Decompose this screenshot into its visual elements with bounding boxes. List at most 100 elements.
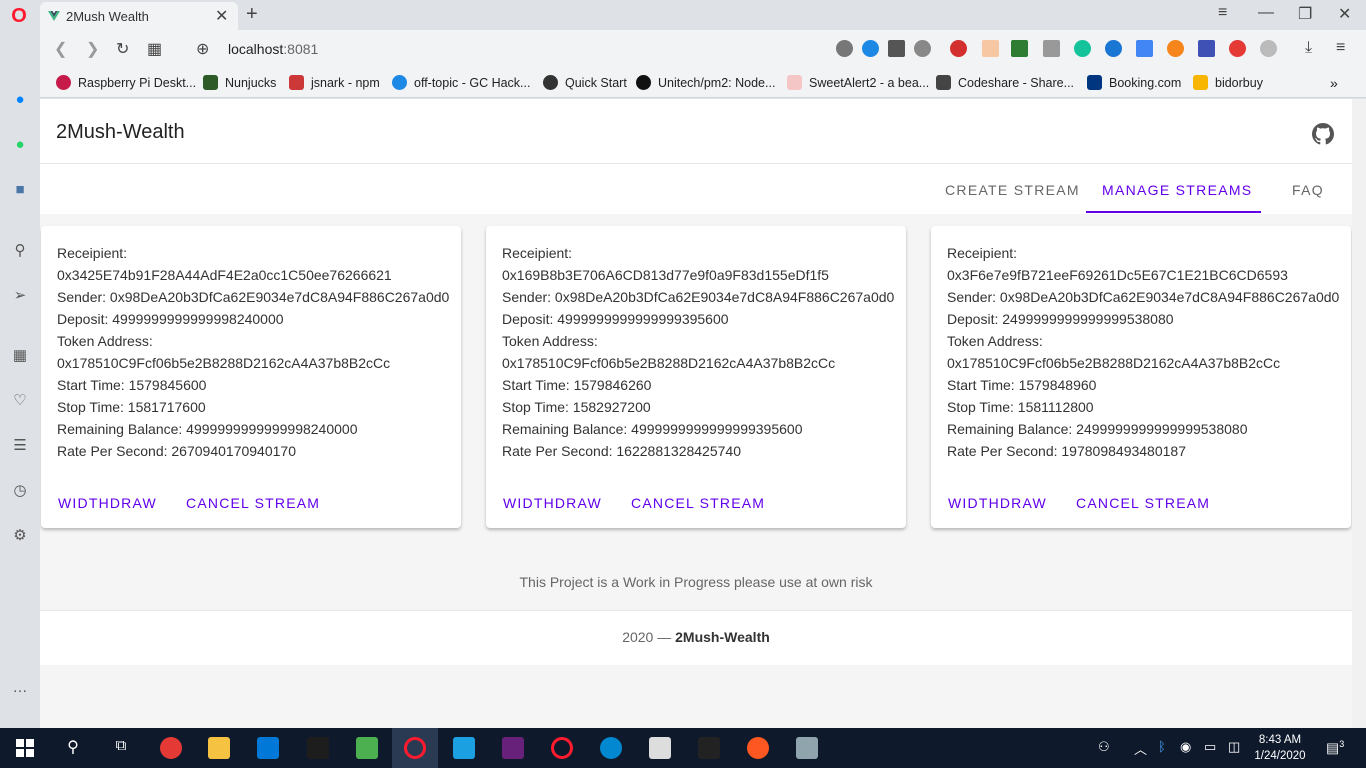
metamask-icon[interactable]: [1167, 40, 1184, 57]
bookmark-label: Unitech/pm2: Node...: [658, 76, 776, 90]
token-label: Token Address:: [947, 333, 1043, 349]
translate-icon[interactable]: [1136, 40, 1153, 57]
withdraw-button[interactable]: WIDTHDRAW: [58, 495, 157, 511]
forward-icon[interactable]: ❯: [86, 39, 99, 59]
more-bookmarks-icon[interactable]: »: [1330, 75, 1338, 91]
deposit: Deposit: 4999999999999999395600: [502, 311, 729, 327]
sender: Sender: 0x98DeA20b3DfCa62E9034e7dC8A94F8…: [57, 289, 450, 305]
zotero-icon[interactable]: [1198, 40, 1215, 57]
news-icon[interactable]: ☰: [10, 436, 30, 456]
headphones-icon[interactable]: [600, 737, 622, 759]
app-19-icon[interactable]: [453, 737, 475, 759]
vscode-icon[interactable]: [257, 737, 279, 759]
battery-icon[interactable]: ▭: [1204, 739, 1216, 755]
new-tab-icon[interactable]: +: [246, 3, 258, 26]
send-icon[interactable]: [888, 40, 905, 57]
scrollbar[interactable]: [1352, 99, 1366, 728]
messenger-icon[interactable]: ●: [10, 90, 30, 110]
bookmark-item[interactable]: Unitech/pm2: Node...: [636, 75, 775, 90]
speed-dial-icon[interactable]: ▦: [147, 39, 162, 59]
app-icon-white[interactable]: [649, 737, 671, 759]
bluetooth-icon[interactable]: ᛒ: [1158, 739, 1166, 754]
people-icon[interactable]: ⚇: [1098, 739, 1110, 755]
discord-icon[interactable]: ◉: [1180, 739, 1191, 755]
bookmark-item[interactable]: Nunjucks: [203, 75, 276, 90]
network-icon[interactable]: ◫: [1228, 739, 1240, 755]
cancel-stream-button[interactable]: CANCEL STREAM: [186, 495, 320, 511]
github-icon: [636, 75, 651, 90]
windows-start-icon[interactable]: [14, 737, 36, 759]
heart-icon[interactable]: [914, 40, 931, 57]
task-view-icon[interactable]: ⧉: [110, 737, 132, 759]
bookmarks-icon[interactable]: ♡: [10, 391, 30, 411]
bookmark-item[interactable]: off-topic - GC Hack...: [392, 75, 530, 90]
search-extension-icon[interactable]: [1043, 40, 1060, 57]
close-window-icon[interactable]: ✕: [1338, 4, 1351, 24]
history-icon[interactable]: ◷: [10, 481, 30, 501]
tab-faq[interactable]: FAQ: [1292, 182, 1324, 198]
compass-icon[interactable]: [1105, 40, 1122, 57]
raspberry-icon: [56, 75, 71, 90]
puzzle-icon[interactable]: [1260, 40, 1277, 57]
postman-icon[interactable]: [747, 737, 769, 759]
withdraw-button[interactable]: WIDTHDRAW: [503, 495, 602, 511]
grammarly-icon[interactable]: [1074, 40, 1091, 57]
nba-icon[interactable]: [307, 737, 329, 759]
whatsapp-icon[interactable]: ●: [10, 135, 30, 155]
bookmark-item[interactable]: bidorbuy: [1193, 75, 1263, 90]
settings-icon[interactable]: ⚙: [10, 526, 30, 546]
restore-icon[interactable]: ❐: [1298, 4, 1312, 24]
bookmark-item[interactable]: Booking.com: [1087, 75, 1181, 90]
browser-tab[interactable]: 2Mush Wealth ✕: [40, 2, 238, 30]
opera-gx-icon[interactable]: [551, 737, 573, 759]
bookmark-item[interactable]: SweetAlert2 - a bea...: [787, 75, 929, 90]
minimize-icon[interactable]: —: [1258, 4, 1274, 22]
flow-icon[interactable]: ➢: [10, 286, 30, 306]
visual-studio-icon[interactable]: [502, 737, 524, 759]
search-icon[interactable]: ⚲: [10, 241, 30, 261]
recipient-label: Receipient:: [947, 245, 1018, 261]
vk-icon[interactable]: ■: [10, 180, 30, 200]
opera-taskbar-icon[interactable]: [404, 737, 426, 759]
cancel-stream-button[interactable]: CANCEL STREAM: [1076, 495, 1210, 511]
bookmark-item[interactable]: Codeshare - Share...: [936, 75, 1074, 90]
clock[interactable]: 8:43 AM 1/24/2020: [1250, 732, 1310, 764]
gc-icon: [392, 75, 407, 90]
download-icon[interactable]: ⤓: [1305, 39, 1312, 57]
cancel-stream-button[interactable]: CANCEL STREAM: [631, 495, 765, 511]
search-icon[interactable]: ⚲: [62, 737, 84, 759]
bookmark-item[interactable]: jsnark - npm: [289, 75, 380, 90]
more-icon[interactable]: …: [10, 678, 30, 698]
opera-logo-icon[interactable]: O: [8, 5, 30, 27]
adblock-icon[interactable]: [950, 40, 967, 57]
file-explorer-icon[interactable]: [208, 737, 230, 759]
vue-icon[interactable]: [1011, 40, 1028, 57]
address-bar: ❮ ❯ ↻ ▦ ⊕ localhost:8081 ⤓ ≡: [40, 30, 1366, 68]
github-icon[interactable]: [1312, 123, 1334, 145]
speed-dial-icon[interactable]: ▦: [10, 346, 30, 366]
tab-create-stream[interactable]: CREATE STREAM: [945, 182, 1080, 198]
tab-menu-icon[interactable]: ≡: [1218, 4, 1227, 22]
quickstart-icon: [543, 75, 558, 90]
back-icon[interactable]: ❮: [54, 39, 67, 59]
menu-icon[interactable]: ≡: [1336, 39, 1345, 57]
app-icon-grey[interactable]: [796, 737, 818, 759]
app-icon-red[interactable]: [160, 737, 182, 759]
sidebar: ● ● ■ ⚲ ➢ ▦ ♡ ☰ ◷ ⚙ …: [0, 30, 40, 728]
camera-icon[interactable]: [836, 40, 853, 57]
tray-chevron-icon[interactable]: ︿: [1134, 739, 1147, 758]
stop-icon[interactable]: [1229, 40, 1246, 57]
cube-icon[interactable]: [982, 40, 999, 57]
tab-manage-streams[interactable]: MANAGE STREAMS: [1102, 182, 1252, 198]
close-tab-icon[interactable]: ✕: [215, 6, 228, 26]
url-field[interactable]: localhost:8081: [228, 41, 318, 57]
notifications-icon[interactable]: ▤3: [1326, 739, 1344, 757]
unity-icon[interactable]: [698, 737, 720, 759]
withdraw-button[interactable]: WIDTHDRAW: [948, 495, 1047, 511]
bookmark-item[interactable]: Quick Start: [543, 75, 627, 90]
reload-icon[interactable]: ↻: [116, 39, 129, 59]
card-actions: WIDTHDRAW CANCEL STREAM: [503, 495, 789, 511]
shield-icon[interactable]: [862, 40, 879, 57]
bookmark-item[interactable]: Raspberry Pi Deskt...: [56, 75, 196, 90]
gta-icon[interactable]: [356, 737, 378, 759]
